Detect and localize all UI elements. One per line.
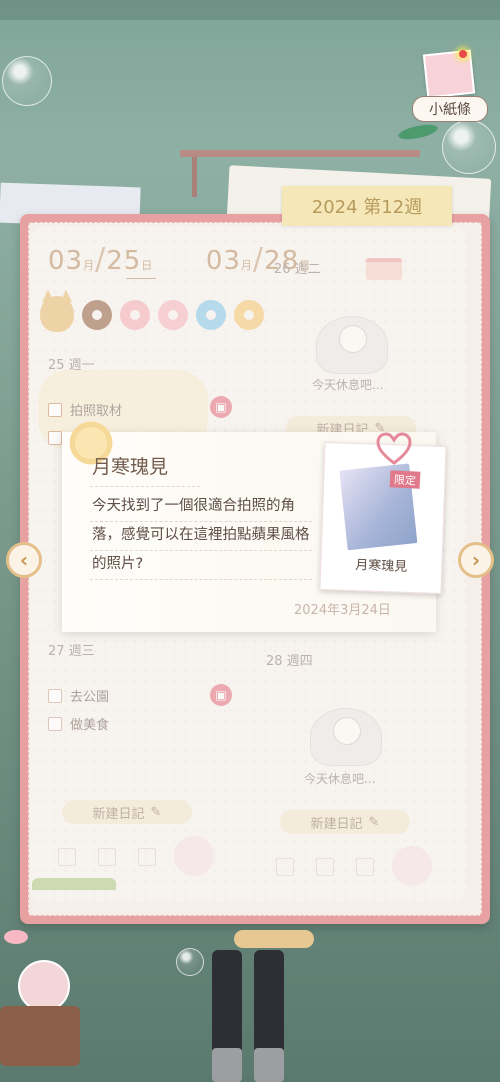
end-month: 03 (205, 246, 241, 276)
popup-date: 2024年3月24日 (294, 603, 391, 618)
slot-square[interactable] (276, 858, 294, 876)
bookmark-ribbon (234, 930, 314, 948)
day-label-mon: 25 週一 (48, 358, 95, 373)
month-unit: 月 (240, 259, 253, 272)
cat-icon[interactable] (40, 290, 74, 332)
stamp-circle[interactable] (174, 836, 214, 876)
shelf-rail (180, 150, 420, 157)
new-entry-button[interactable]: 新建日記 ✎ (62, 800, 192, 824)
arrow-right-icon (126, 278, 156, 279)
pet-basket-decoration (0, 910, 80, 1082)
next-page-button[interactable]: › (458, 542, 494, 578)
popup-body: 今天找到了一個很適合拍照的角落，感覺可以在這裡拍點蘋果風格的照片? (92, 498, 310, 572)
task-item[interactable]: 拍照取材 (48, 400, 122, 419)
edit-icon: ✎ (150, 804, 162, 820)
start-month: 03 (48, 246, 84, 276)
photo-caption: 月寒瑰見 (355, 558, 408, 575)
edit-icon: ✎ (368, 814, 380, 830)
gift-icon[interactable]: ▣ (210, 684, 232, 706)
divider (90, 579, 312, 581)
character-legs (206, 950, 290, 1082)
checkbox[interactable] (48, 430, 62, 445)
new-entry-button[interactable]: 新建日記 ✎ (280, 810, 410, 834)
donut-icon[interactable] (120, 300, 150, 330)
rest-text: 今天休息吧... (304, 772, 376, 786)
shelf-post (192, 157, 197, 197)
divider (90, 521, 312, 523)
sleeping-character-icon (310, 708, 382, 766)
bubble-decoration (176, 948, 204, 976)
notification-dot (459, 50, 467, 58)
slot-square[interactable] (356, 858, 374, 876)
checkbox[interactable] (48, 402, 62, 417)
rest-text: 今天休息吧... (312, 378, 384, 392)
checkbox[interactable] (48, 688, 62, 703)
gift-icon[interactable]: ▣ (210, 396, 232, 418)
divider (90, 550, 312, 552)
new-entry-label: 新建日記 (92, 806, 145, 822)
task-label: 拍照取材 (70, 404, 123, 419)
cake-icon (366, 258, 402, 280)
stamp-circle[interactable] (392, 846, 432, 886)
day-label-thu: 28 週四 (266, 654, 313, 669)
slot-square[interactable] (98, 848, 116, 866)
leaf-decoration (397, 121, 439, 143)
status-bar-area (0, 0, 500, 20)
date-range: 03月/25日 03月/28日 (48, 242, 312, 277)
day-unit: 日 (141, 259, 154, 272)
note-button[interactable]: 小紙條 (412, 96, 488, 122)
day-label-wed: 27 週三 (48, 644, 95, 659)
sleeping-character-icon (316, 316, 388, 374)
week-tag: 2024 第12週 (282, 186, 452, 226)
bubble-decoration (442, 120, 496, 174)
donut-icon[interactable] (234, 300, 264, 330)
heart-icon (376, 432, 412, 465)
task-item[interactable]: 做美食 (48, 714, 109, 733)
bubble-decoration (2, 56, 52, 106)
grass-decoration (32, 878, 116, 890)
slot-square[interactable] (58, 848, 76, 866)
limited-badge: 限定 (389, 470, 421, 489)
day-label-tue: 26 週二 (274, 262, 321, 277)
donut-icon[interactable] (82, 300, 112, 330)
month-unit: 月 (83, 259, 96, 272)
task-label: 去公園 (70, 690, 110, 705)
prev-page-button[interactable]: ‹ (6, 542, 42, 578)
donut-icon[interactable] (158, 300, 188, 330)
note-portrait-icon[interactable] (422, 49, 476, 99)
task-label: 做美食 (70, 718, 110, 733)
slot-square[interactable] (138, 848, 156, 866)
slot-square[interactable] (316, 858, 334, 876)
start-day: 25 (106, 246, 142, 276)
task-item[interactable]: 去公園 (48, 686, 109, 705)
divider (90, 486, 200, 488)
checkbox[interactable] (48, 716, 62, 731)
donut-icon[interactable] (196, 300, 226, 330)
new-entry-label: 新建日記 (310, 816, 363, 832)
mood-icons (40, 290, 264, 332)
popup-title: 月寒瑰見 (92, 456, 169, 478)
